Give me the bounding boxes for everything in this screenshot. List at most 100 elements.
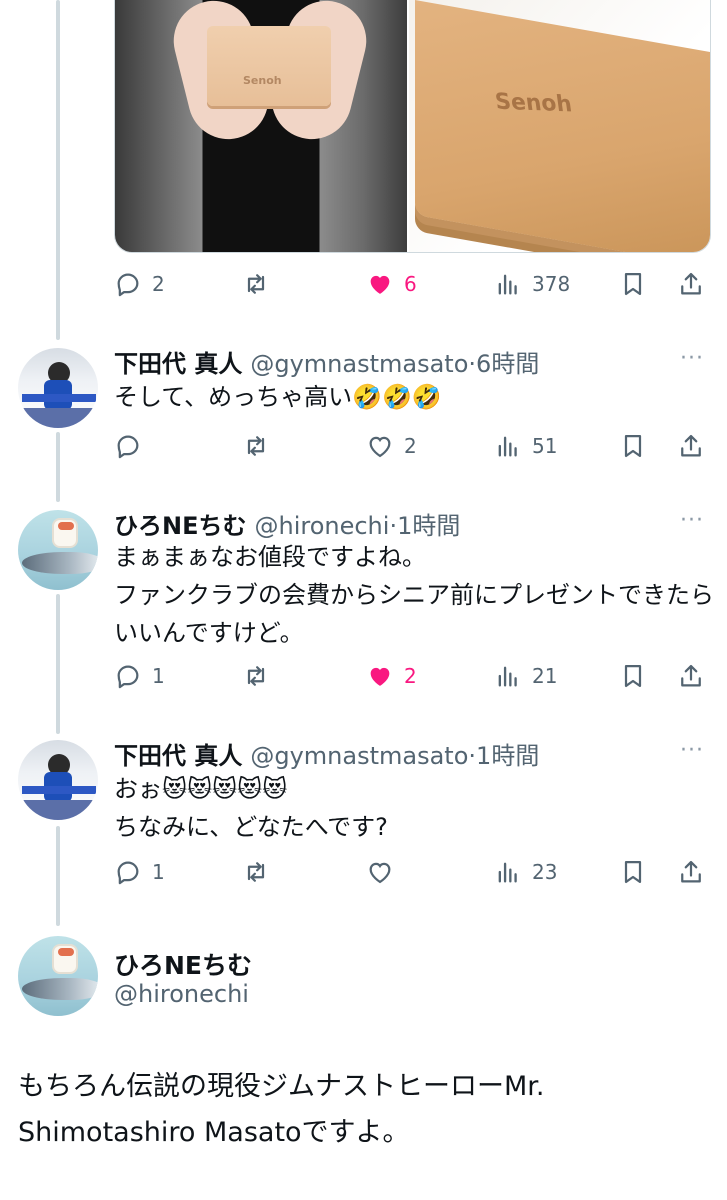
tweet-header: 下田代 真人 @gymnastmasato · 6時間 (114, 344, 539, 379)
views-count: 51 (532, 434, 558, 458)
brand-logo: Senoh (243, 74, 282, 87)
share-button[interactable] (677, 660, 705, 692)
avatar[interactable] (18, 936, 98, 1016)
display-name[interactable]: ひろNEちむ (114, 506, 246, 541)
views-count: 378 (532, 272, 571, 296)
bookmark-icon (624, 860, 642, 884)
reply-icon (117, 435, 139, 459)
bookmark-button[interactable] (619, 268, 647, 300)
user-handle[interactable]: @hironechi (254, 512, 389, 540)
wallet-graphic: Senoh (415, 0, 710, 252)
reply-icon (117, 665, 139, 689)
like-button[interactable]: 2 (366, 660, 417, 692)
thread-line (56, 432, 60, 502)
views-button[interactable]: 378 (494, 268, 570, 300)
share-button[interactable] (677, 430, 705, 462)
heart-icon (369, 862, 391, 884)
heart-filled-icon (370, 667, 390, 686)
user-handle[interactable]: @gymnastmasato (250, 742, 468, 770)
action-bar: 2 6 378 (114, 268, 714, 300)
views-button[interactable]: 23 (494, 856, 557, 888)
action-bar: 1 2 21 (114, 660, 714, 692)
thread-line (56, 826, 60, 926)
tweet-text: まぁまぁなお値段ですよね。 ファンクラブの会費からシニア前にプレゼントできたらい… (114, 543, 714, 647)
retweet-icon (247, 666, 265, 686)
retweet-button[interactable] (242, 430, 280, 462)
action-bar: 2 51 (114, 430, 714, 462)
reply-button[interactable]: 1 (114, 660, 165, 692)
retweet-button[interactable] (242, 660, 280, 692)
like-count: 6 (404, 272, 417, 296)
tweet-text: もちろん伝説の現役ジムナストヒーローMr. Shimotashiro Masat… (18, 1071, 554, 1148)
separator-dot: · (389, 512, 398, 540)
reply-count: 2 (152, 272, 165, 296)
tweet-text: そして、めっちゃ高い🤣🤣🤣 (114, 383, 442, 411)
wallet-graphic: Senoh (207, 26, 331, 106)
views-icon (498, 274, 517, 295)
views-count: 21 (532, 664, 558, 688)
reply-button[interactable]: 1 (114, 856, 165, 888)
reply-icon (117, 861, 139, 885)
bookmark-icon (624, 434, 642, 458)
more-options-button[interactable]: ··· (680, 508, 704, 533)
share-icon (681, 860, 701, 883)
separator-dot: · (468, 350, 477, 378)
bookmark-icon (624, 664, 642, 688)
avatar[interactable] (18, 348, 98, 428)
timestamp[interactable]: 6時間 (476, 344, 539, 379)
display-name[interactable]: 下田代 真人 (114, 344, 242, 379)
share-button[interactable] (677, 856, 705, 888)
heart-filled-icon (370, 275, 390, 294)
avatar[interactable] (18, 740, 98, 820)
avatar[interactable] (18, 510, 98, 590)
share-button[interactable] (677, 268, 705, 300)
more-options-button[interactable]: ··· (680, 346, 704, 371)
display-name[interactable]: ひろNEちむ (114, 946, 252, 982)
action-bar: 1 23 (114, 856, 714, 888)
like-button[interactable]: 2 (366, 430, 417, 462)
like-button[interactable] (366, 856, 404, 888)
like-button[interactable]: 6 (366, 268, 417, 300)
retweet-button[interactable] (242, 856, 280, 888)
views-button[interactable]: 21 (494, 660, 557, 692)
reply-button[interactable] (114, 430, 152, 462)
bookmark-button[interactable] (619, 430, 647, 462)
tweet-header: ひろNEちむ @hironechi · 1時間 (114, 506, 460, 541)
brand-logo: Senoh (493, 89, 574, 118)
bookmark-icon (624, 272, 642, 296)
reply-icon (117, 273, 139, 297)
retweet-icon (247, 436, 265, 456)
heart-icon (369, 436, 391, 458)
views-button[interactable]: 51 (494, 430, 557, 462)
reply-count: 1 (152, 664, 165, 688)
thread-line (56, 0, 60, 340)
tweet-media[interactable]: Senoh Senoh (114, 0, 711, 253)
share-icon (681, 434, 701, 457)
user-handle[interactable]: @hironechi (114, 980, 249, 1008)
user-handle[interactable]: @gymnastmasato (250, 350, 468, 378)
views-icon (498, 436, 517, 457)
reply-button[interactable]: 2 (114, 268, 165, 300)
retweet-icon (247, 274, 265, 294)
more-options-button[interactable]: ··· (680, 738, 704, 763)
bookmark-button[interactable] (619, 856, 647, 888)
bookmark-button[interactable] (619, 660, 647, 692)
like-count: 2 (404, 434, 417, 458)
tweet-header: 下田代 真人 @gymnastmasato · 1時間 (114, 736, 539, 771)
share-icon (681, 664, 701, 687)
retweet-button[interactable] (242, 268, 280, 300)
separator-dot: · (468, 742, 477, 770)
tweet-text: おぉ😻😻😻😻😻 ちなみに、どなたへです? (114, 775, 388, 841)
views-icon (498, 862, 517, 883)
display-name[interactable]: 下田代 真人 (114, 736, 242, 771)
like-count: 2 (404, 664, 417, 688)
thread-line (56, 594, 60, 734)
photo-wallet-in-hands[interactable]: Senoh (115, 0, 409, 252)
timestamp[interactable]: 1時間 (397, 506, 460, 541)
photo-wallet-closeup[interactable]: Senoh (409, 0, 710, 252)
retweet-icon (247, 862, 265, 882)
share-icon (681, 272, 701, 295)
views-icon (498, 666, 517, 687)
reply-count: 1 (152, 860, 165, 884)
timestamp[interactable]: 1時間 (476, 736, 539, 771)
